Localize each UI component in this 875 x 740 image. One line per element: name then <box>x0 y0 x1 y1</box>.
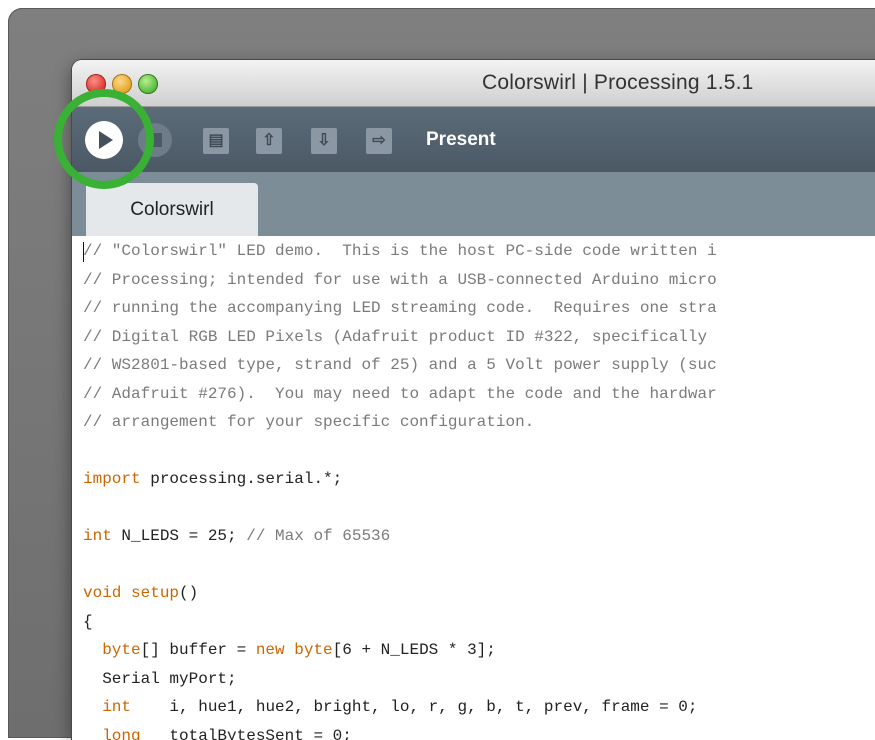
code-comment: // WS2801-based type, strand of 25) and … <box>83 356 717 374</box>
code-text: { <box>83 613 93 631</box>
code-keyword: byte <box>102 641 140 659</box>
toolbar-hover-label: Present <box>426 129 496 151</box>
code-line: // Processing; intended for use with a U… <box>83 269 717 291</box>
code-comment: // Max of 65536 <box>246 527 390 545</box>
code-keyword: void <box>83 584 121 602</box>
code-keyword: int <box>102 698 131 716</box>
toolbar: ▤ ⇧ ⇩ ⇨ Present <box>72 107 875 172</box>
export-icon[interactable]: ⇨ <box>366 128 392 154</box>
code-line: { <box>83 611 93 633</box>
code-text <box>121 584 131 602</box>
tab-strip: Colorswirl <box>72 172 875 236</box>
code-line: void setup() <box>83 582 198 604</box>
code-text <box>83 727 102 740</box>
code-line: Serial myPort; <box>83 668 237 690</box>
code-line: int i, hue1, hue2, bright, lo, r, g, b, … <box>83 696 698 718</box>
code-comment: // "Colorswirl" LED demo. This is the ho… <box>83 242 717 260</box>
code-line: // Adafruit #276). You may need to adapt… <box>83 383 717 405</box>
code-text: processing.serial.*; <box>141 470 343 488</box>
code-line: int N_LEDS = 25; // Max of 65536 <box>83 525 390 547</box>
code-editor[interactable]: // "Colorswirl" LED demo. This is the ho… <box>72 236 875 740</box>
code-keyword: import <box>83 470 141 488</box>
highlight-circle <box>54 89 154 189</box>
code-comment: // Processing; intended for use with a U… <box>83 271 717 289</box>
code-line: // "Colorswirl" LED demo. This is the ho… <box>83 240 717 262</box>
code-line: // arrangement for your specific configu… <box>83 411 534 433</box>
code-text <box>83 698 102 716</box>
open-upload-icon[interactable]: ⇧ <box>256 128 282 154</box>
zoom-window-button[interactable] <box>138 74 158 94</box>
code-comment: // Adafruit #276). You may need to adapt… <box>83 385 717 403</box>
code-text: totalBytesSent = 0; <box>141 727 352 740</box>
code-text: () <box>179 584 198 602</box>
code-comment: // Digital RGB LED Pixels (Adafruit prod… <box>83 328 717 346</box>
code-keyword: byte <box>294 641 332 659</box>
code-text: Serial myPort; <box>83 670 237 688</box>
window-title: Colorswirl | Processing 1.5.1 <box>482 71 754 95</box>
code-keyword: setup <box>131 584 179 602</box>
code-line: // WS2801-based type, strand of 25) and … <box>83 354 717 376</box>
code-text: [6 + N_LEDS * 3]; <box>333 641 496 659</box>
code-text: [] buffer = <box>141 641 256 659</box>
processing-window: Colorswirl | Processing 1.5.1 ▤ ⇧ ⇩ ⇨ Pr… <box>72 60 875 740</box>
code-line: long totalBytesSent = 0; <box>83 725 352 740</box>
code-text: N_LEDS = 25; <box>112 527 246 545</box>
code-comment: // arrangement for your specific configu… <box>83 413 534 431</box>
code-line: import processing.serial.*; <box>83 468 342 490</box>
code-line: // running the accompanying LED streamin… <box>83 297 717 319</box>
title-bar[interactable]: Colorswirl | Processing 1.5.1 <box>72 60 875 107</box>
code-text: i, hue1, hue2, bright, lo, r, g, b, t, p… <box>131 698 698 716</box>
code-keyword: int <box>83 527 112 545</box>
new-file-icon[interactable]: ▤ <box>203 128 229 154</box>
code-line: byte[] buffer = new byte[6 + N_LEDS * 3]… <box>83 639 496 661</box>
code-keyword: long <box>102 727 140 740</box>
code-comment: // running the accompanying LED streamin… <box>83 299 717 317</box>
save-download-icon[interactable]: ⇩ <box>311 128 337 154</box>
tab-colorswirl[interactable]: Colorswirl <box>86 183 258 236</box>
code-text <box>285 641 295 659</box>
code-keyword: new <box>256 641 285 659</box>
code-line: // Digital RGB LED Pixels (Adafruit prod… <box>83 326 717 348</box>
code-text <box>83 641 102 659</box>
